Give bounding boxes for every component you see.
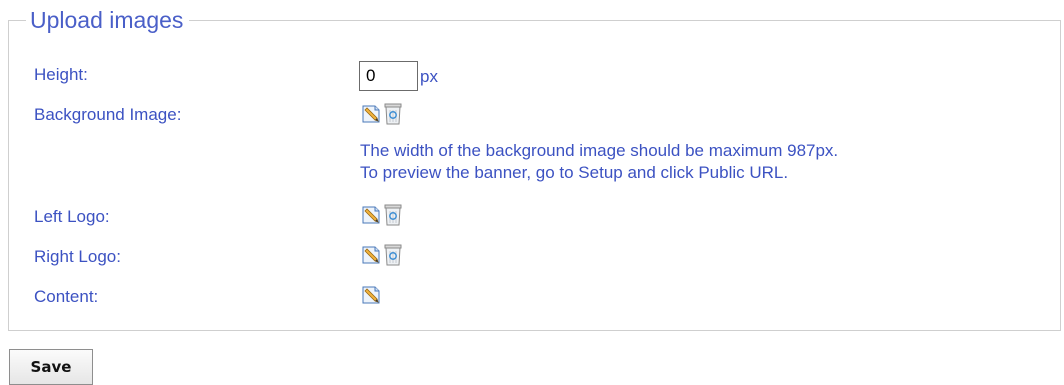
right-logo-label: Right Logo: (34, 247, 121, 266)
preview-banner-hint: To preview the banner, go to Setup and c… (360, 163, 789, 182)
edit-pencil-icon[interactable] (360, 204, 380, 226)
edit-pencil-icon[interactable] (360, 244, 380, 266)
edit-pencil-icon[interactable] (360, 103, 380, 125)
recycle-bin-icon[interactable] (382, 102, 402, 125)
background-width-hint: The width of the background image should… (360, 141, 839, 160)
save-button[interactable]: Save (9, 349, 93, 385)
edit-pencil-icon[interactable] (360, 284, 380, 306)
recycle-bin-icon[interactable] (382, 243, 402, 266)
left-logo-label: Left Logo: (34, 207, 110, 226)
upload-images-legend: Upload images (26, 6, 190, 34)
height-unit: px (420, 67, 438, 86)
recycle-bin-icon[interactable] (382, 203, 402, 226)
background-image-label: Background Image: (34, 105, 182, 124)
height-input[interactable] (359, 61, 418, 91)
content-label: Content: (34, 287, 99, 306)
height-label: Height: (34, 65, 88, 84)
